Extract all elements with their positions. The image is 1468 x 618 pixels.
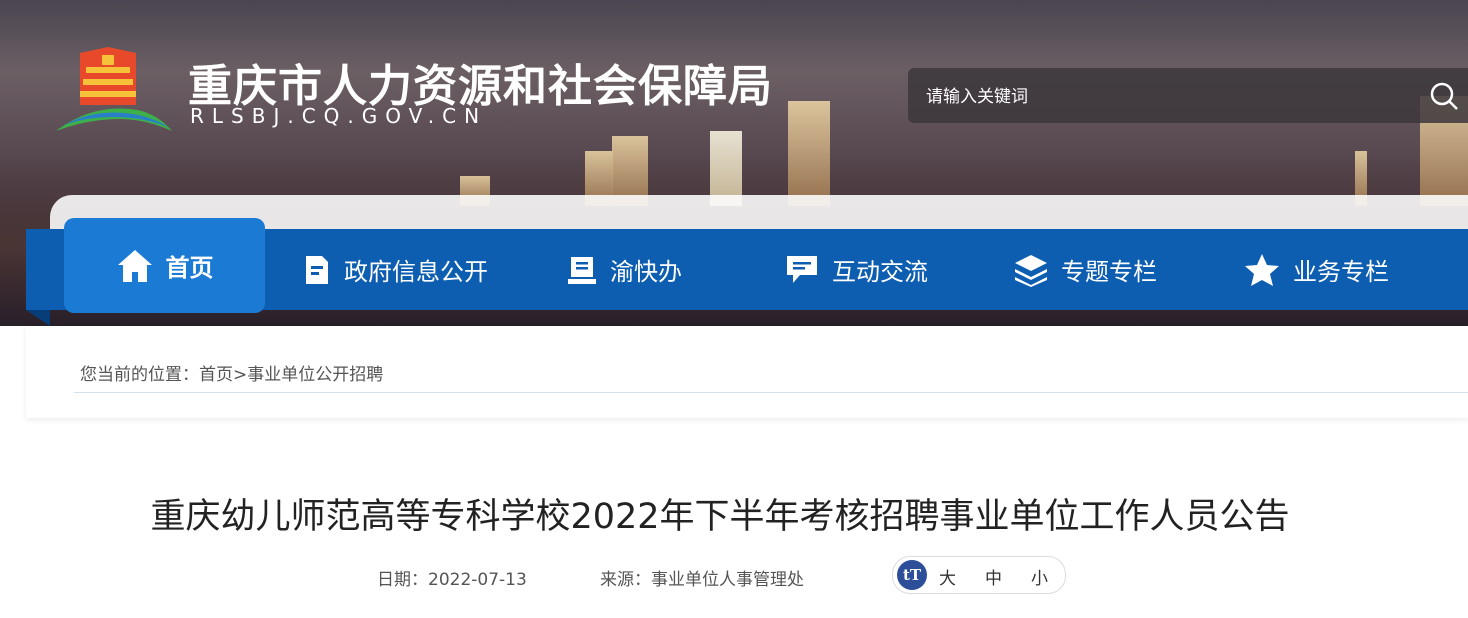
- nav-item-home[interactable]: 首页: [64, 218, 265, 313]
- nav-item-label: 渝快办: [610, 258, 682, 286]
- date-value: 2022-07-13: [428, 570, 527, 590]
- font-size-large-button[interactable]: 大: [939, 564, 956, 589]
- breadcrumb: 您当前的位置：首页>事业单位公开招聘: [80, 360, 383, 385]
- search-input[interactable]: [908, 68, 1428, 125]
- source-label: 来源：: [600, 570, 651, 590]
- date-label: 日期：: [377, 570, 428, 590]
- breadcrumb-prefix: 您当前的位置：: [80, 365, 199, 385]
- nav-item-topics[interactable]: 专题专栏: [1013, 229, 1157, 310]
- layers-icon: [1015, 254, 1047, 287]
- banner-building: [788, 101, 830, 206]
- font-size-switcher: tT 大 中 小: [892, 556, 1066, 594]
- site-logo: [56, 47, 172, 131]
- nav-item-interaction[interactable]: 互动交流: [784, 229, 928, 310]
- nav-item-gov-info[interactable]: 政府信息公开: [302, 229, 488, 310]
- article-title: 重庆幼儿师范高等专科学校2022年下半年考核招聘事业单位工作人员公告: [150, 497, 1290, 537]
- search-icon[interactable]: [1428, 80, 1460, 112]
- nav-item-label: 专题专栏: [1061, 258, 1157, 286]
- nav-item-business[interactable]: 业务专栏: [1243, 229, 1389, 310]
- font-size-medium-button[interactable]: 中: [985, 564, 1002, 589]
- site-domain: RLSBJ.CQ.GOV.CN: [190, 104, 488, 128]
- home-icon: [117, 249, 152, 282]
- nav-item-label: 业务专栏: [1293, 258, 1389, 286]
- font-size-icon: tT: [897, 560, 927, 590]
- service-icon: [568, 256, 596, 284]
- breadcrumb-current-link[interactable]: 事业单位公开招聘: [247, 365, 383, 385]
- article-date: 日期：2022-07-13: [377, 565, 527, 590]
- nav-item-label: 互动交流: [832, 258, 928, 286]
- star-icon: [1245, 253, 1279, 286]
- nav-item-yukuaiban[interactable]: 渝快办: [566, 229, 682, 310]
- nav-item-label: 政府信息公开: [344, 258, 488, 286]
- breadcrumb-divider: [74, 392, 1468, 393]
- search-box: [908, 68, 1468, 125]
- font-size-small-button[interactable]: 小: [1031, 564, 1048, 589]
- source-value: 事业单位人事管理处: [651, 570, 804, 590]
- breadcrumb-home-link[interactable]: 首页: [199, 365, 233, 385]
- document-icon: [306, 255, 328, 284]
- article-source: 来源：事业单位人事管理处: [600, 565, 804, 590]
- nav-fold: [26, 310, 50, 326]
- chat-icon: [787, 255, 817, 283]
- nav-item-label: 首页: [165, 254, 214, 282]
- breadcrumb-separator: >: [233, 365, 248, 385]
